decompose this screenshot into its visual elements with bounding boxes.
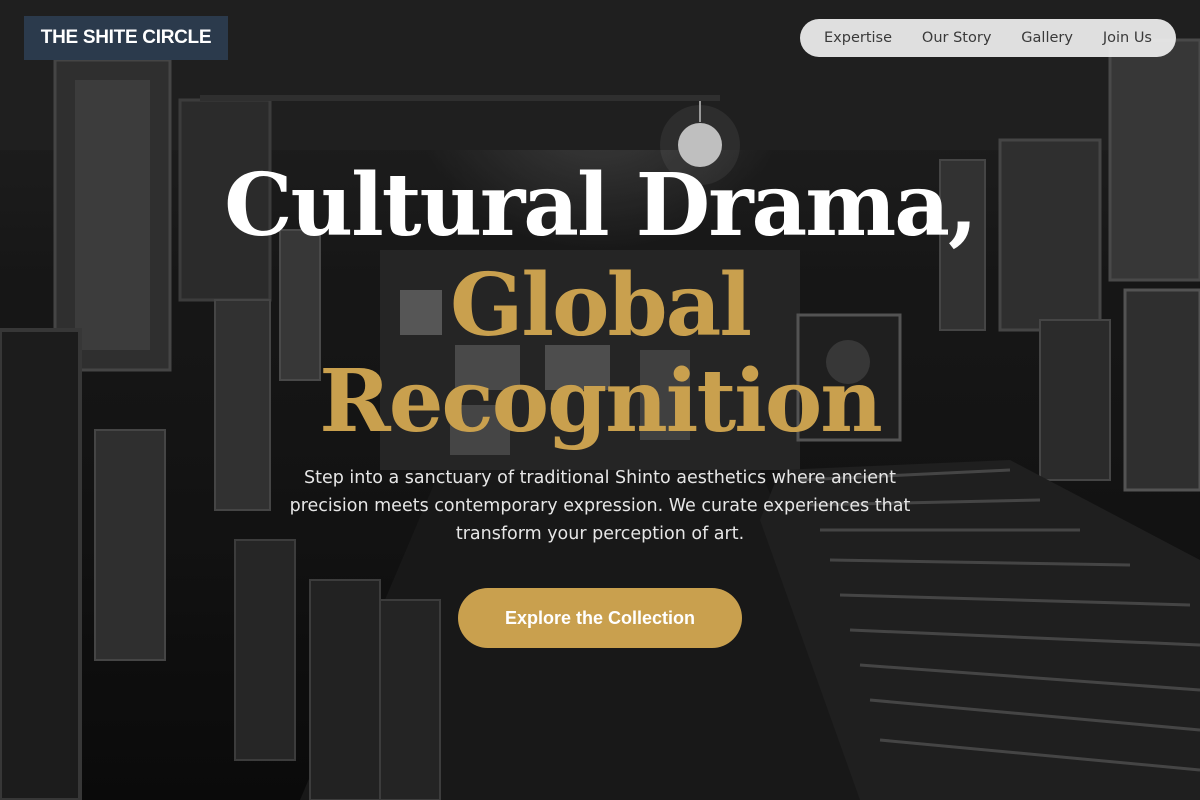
headline-line-3: Recognition bbox=[319, 351, 883, 452]
hero-headline: Cultural Drama, Global Recognition bbox=[0, 158, 1200, 450]
explore-collection-button[interactable]: Explore the Collection bbox=[458, 588, 742, 648]
main-nav: Expertise Our Story Gallery Join Us bbox=[800, 19, 1176, 57]
nav-item-our-story[interactable]: Our Story bbox=[922, 30, 991, 46]
headline-line-2: Global bbox=[449, 255, 752, 356]
nav-item-expertise[interactable]: Expertise bbox=[824, 30, 892, 46]
hero-section: THE SHITE CIRCLE Expertise Our Story Gal… bbox=[0, 0, 1200, 800]
brand-logo[interactable]: THE SHITE CIRCLE bbox=[24, 16, 228, 60]
nav-item-join-us[interactable]: Join Us bbox=[1103, 30, 1152, 46]
hero-subtitle: Step into a sanctuary of traditional Shi… bbox=[289, 468, 911, 544]
nav-item-gallery[interactable]: Gallery bbox=[1021, 30, 1073, 46]
headline-line-1: Cultural Drama, bbox=[224, 155, 978, 256]
